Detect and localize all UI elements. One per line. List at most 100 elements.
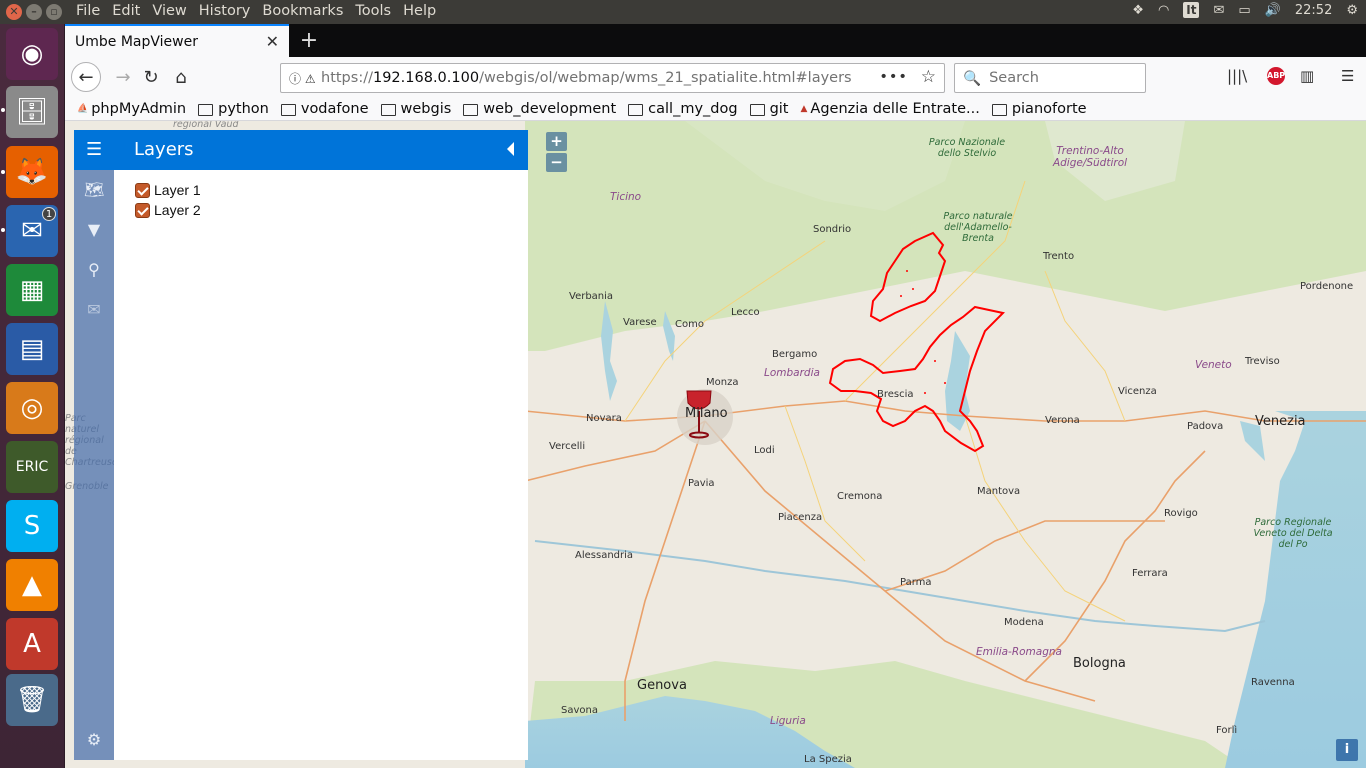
map-label-mantova: Mantova (977, 486, 1021, 497)
map-label-trento: Trento (1043, 251, 1075, 262)
battery-icon[interactable]: ▭ (1238, 3, 1250, 18)
skype-icon[interactable]: S (6, 500, 58, 552)
blender-icon[interactable]: ◎ (6, 382, 58, 434)
bookmark-git[interactable]: git (749, 101, 789, 117)
map-label-trentino: Trentino-Alto Adige/Südtirol (1052, 145, 1128, 169)
bookmark-phpmyadmin[interactable]: ⛵ phpMyAdmin (77, 101, 186, 117)
map-label-como: Como (675, 319, 704, 330)
menu-bookmarks[interactable]: Bookmarks (256, 3, 349, 19)
firefox-icon[interactable]: 🦊 (6, 146, 58, 198)
dropbox-icon[interactable]: ❖ (1132, 3, 1144, 18)
page-actions-icon[interactable]: ••• (879, 69, 908, 85)
window-minimize-button[interactable]: – (26, 4, 42, 20)
agenzia-icon: ▲ (800, 103, 808, 114)
hamburger-menu-icon[interactable]: ☰ (1341, 67, 1354, 85)
bookmark-star-icon[interactable]: ☆ (921, 67, 936, 87)
url-bar[interactable]: ⓘ ⚠ https://192.168.0.100/webgis/ol/webm… (280, 63, 945, 93)
sidebar-tabbar: 🗺 ▼ ⚲ ✉ ⚙ (74, 130, 114, 760)
layer-2-row[interactable]: Layer 2 (135, 202, 201, 218)
app-icon[interactable]: A (6, 618, 58, 670)
map-label-varese: Varese (623, 317, 657, 328)
phpmyadmin-icon: ⛵ (77, 103, 89, 114)
gear-icon[interactable]: ⚙ (1346, 3, 1358, 18)
sidebar-toggle-icon[interactable]: ▥ (1300, 67, 1314, 85)
map-label-brescia: Brescia (877, 389, 914, 400)
collapse-sidebar-icon[interactable] (507, 142, 514, 156)
folder-icon (280, 103, 296, 116)
vlc-icon[interactable]: ▲ (6, 559, 58, 611)
map-label-novara: Novara (586, 413, 622, 424)
keyboard-layout-indicator[interactable]: It (1183, 2, 1200, 18)
bookmark-webgis[interactable]: webgis (380, 101, 451, 117)
forward-button[interactable]: → (109, 63, 137, 91)
ubuntu-dash-icon[interactable]: ◉ (6, 28, 58, 80)
bookmark-python[interactable]: python (198, 101, 269, 117)
menu-view[interactable]: View (146, 3, 192, 19)
site-info-icon[interactable]: ⓘ ⚠ (281, 70, 321, 87)
eric-ide-icon[interactable]: ERIC (6, 441, 58, 493)
window-controls: ✕ – ▫ (6, 4, 62, 20)
map-label-alessandria: Alessandria (575, 550, 634, 561)
bookmark-agenzia-delle-entrate[interactable]: ▲ Agenzia delle Entrate... (801, 101, 980, 117)
bookmark-call-my-dog[interactable]: call_my_dog (628, 101, 738, 117)
hamburger-menu-icon[interactable]: ☰ (86, 139, 102, 160)
map-label-vicenza: Vicenza (1118, 386, 1157, 397)
search-bar[interactable]: 🔍 Search (954, 63, 1146, 93)
map-label-piacenza: Piacenza (778, 512, 823, 523)
calc-icon[interactable]: ▦ (6, 264, 58, 316)
volume-icon[interactable]: 🔊 (1265, 3, 1281, 18)
reload-button[interactable]: ↻ (137, 63, 165, 91)
tab-strip: Umbe MapViewer ✕ + (65, 24, 1366, 57)
tab-umbe-mapviewer[interactable]: Umbe MapViewer ✕ (65, 24, 289, 57)
clock[interactable]: 22:52 (1295, 3, 1332, 18)
map-label-treviso: Treviso (1245, 356, 1280, 367)
writer-icon[interactable]: ▤ (6, 323, 58, 375)
bookmark-label: web_development (483, 100, 617, 117)
bookmark-pianoforte[interactable]: pianoforte (991, 101, 1087, 117)
layer-2-checkbox[interactable] (135, 202, 150, 218)
zoom-out-button[interactable]: − (546, 153, 567, 172)
firefox-window: Umbe MapViewer ✕ + ← → ↻ ⌂ ⓘ ⚠ https://1… (65, 24, 1366, 768)
home-button[interactable]: ⌂ (167, 63, 195, 91)
zoom-in-button[interactable]: + (546, 132, 567, 151)
filter-icon[interactable]: ▼ (84, 220, 104, 240)
bookmark-web-development[interactable]: web_development (463, 101, 616, 117)
layer-1-row[interactable]: Layer 1 (135, 182, 201, 198)
menu-history[interactable]: History (193, 3, 257, 19)
layer-1-checkbox[interactable] (135, 182, 150, 198)
map-label-bologna: Bologna (1073, 656, 1126, 671)
close-tab-icon[interactable]: ✕ (266, 32, 279, 51)
map-label-pordenone: Pordenone (1300, 281, 1354, 292)
map-label-milano: Milano (685, 406, 728, 421)
folder-icon (749, 103, 765, 116)
map-label-lecco: Lecco (731, 307, 760, 318)
back-button[interactable]: ← (71, 62, 101, 92)
thunderbird-icon[interactable]: ✉ 1 (6, 205, 58, 257)
gear-icon[interactable]: ⚙ (84, 730, 104, 750)
library-icon[interactable]: |||\ (1227, 67, 1247, 85)
attribution-button[interactable]: i (1336, 739, 1358, 761)
menu-file[interactable]: File (70, 3, 106, 19)
map-icon[interactable]: 🗺 (84, 180, 104, 200)
files-icon[interactable]: 🗄 (6, 86, 58, 138)
map-marker-icon[interactable]: ⚲ (84, 260, 104, 280)
menu-tools[interactable]: Tools (349, 3, 397, 19)
window-close-button[interactable]: ✕ (6, 4, 22, 20)
map-label-venezia: Venezia (1255, 414, 1306, 429)
adblock-plus-icon[interactable]: ABP (1267, 67, 1285, 85)
map-label-lombardia: Lombardia (764, 367, 820, 379)
layers-sidebar: 🗺 ▼ ⚲ ✉ ⚙ Layer 1 Layer 2 ☰ Layers (74, 130, 528, 760)
new-tab-button[interactable]: + (295, 28, 323, 53)
layer-1-label: Layer 1 (154, 182, 201, 198)
web-page: regional Vaud Ticino Parco Nazionale del… (65, 121, 1366, 768)
bookmark-vodafone[interactable]: vodafone (280, 101, 369, 117)
envelope-icon[interactable]: ✉ (84, 300, 104, 320)
wifi-icon[interactable]: ◠ (1158, 3, 1169, 18)
sidebar-title: Layers (134, 139, 194, 160)
folder-icon (380, 103, 396, 116)
menu-edit[interactable]: Edit (106, 3, 146, 19)
window-maximize-button[interactable]: ▫ (46, 4, 62, 20)
menu-help[interactable]: Help (397, 3, 442, 19)
mail-icon[interactable]: ✉ (1213, 3, 1224, 18)
trash-icon[interactable]: 🗑 (6, 674, 58, 726)
